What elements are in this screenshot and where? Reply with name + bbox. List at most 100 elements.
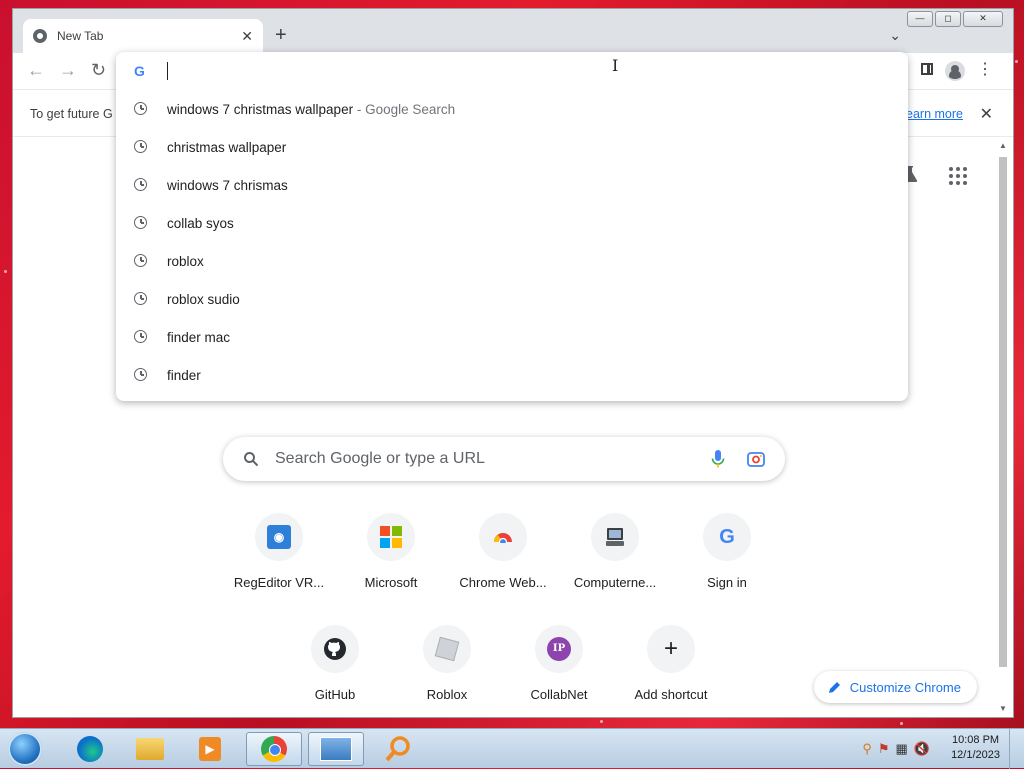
suggestion-item[interactable]: windows 7 chrismas <box>116 166 908 204</box>
shortcut-label: Roblox <box>426 687 468 702</box>
shortcut-label: GitHub <box>314 687 356 702</box>
history-clock-icon <box>134 368 147 381</box>
suggestion-text: roblox sudio <box>167 291 240 307</box>
regeditor-icon: ◉ <box>255 513 303 561</box>
tab-search-chevron-icon[interactable]: ⌄ <box>889 27 901 44</box>
taskbar-edge[interactable] <box>62 732 118 766</box>
ntp-search-box[interactable]: Search Google or type a URL <box>223 437 785 481</box>
window-controls: — ◻ ✕ <box>907 11 1003 27</box>
shortcut-github[interactable]: GitHub <box>279 625 391 702</box>
clock-time: 10:08 PM <box>951 734 1000 746</box>
desktop-sparkle <box>600 720 603 723</box>
suggestion-item[interactable]: windows 7 christmas wallpaper - Google S… <box>116 90 908 128</box>
shortcut-collabnet[interactable]: IP CollabNet <box>503 625 615 702</box>
chrome-web-store-icon <box>479 513 527 561</box>
suggestion-text: christmas wallpaper <box>167 139 287 155</box>
start-button[interactable] <box>8 732 42 766</box>
infobar-text: To get future G <box>30 107 113 121</box>
profile-avatar-icon[interactable] <box>945 61 965 81</box>
microphone-icon[interactable] <box>711 450 725 468</box>
desktop-sparkle <box>1015 60 1018 63</box>
scroll-down-arrow-icon[interactable]: ▼ <box>999 704 1007 713</box>
shortcut-chrome-web-store[interactable]: Chrome Web... <box>447 513 559 590</box>
history-clock-icon <box>134 216 147 229</box>
chrome-icon <box>261 736 287 762</box>
suggestion-list: windows 7 christmas wallpaper - Google S… <box>116 90 908 394</box>
shortcut-label: Computerne... <box>573 575 657 590</box>
search-tray-icon[interactable]: ⚲ <box>862 741 872 757</box>
suggestion-item[interactable]: finder mac <box>116 318 908 356</box>
tab-title: New Tab <box>57 29 104 43</box>
suggestion-item[interactable]: christmas wallpaper <box>116 128 908 166</box>
action-center-flag-icon[interactable]: ⚑ <box>878 741 890 757</box>
history-clock-icon <box>134 330 147 343</box>
suggestion-text: finder mac <box>167 329 231 345</box>
roblox-icon <box>423 625 471 673</box>
taskbar-picture-viewer[interactable] <box>308 732 364 766</box>
shortcut-label: RegEditor VR... <box>233 575 325 590</box>
taskbar-chrome[interactable] <box>246 732 302 766</box>
add-icon: + <box>647 625 695 673</box>
collabnet-icon: IP <box>535 625 583 673</box>
clock-date: 12/1/2023 <box>951 749 1000 761</box>
suggestion-item[interactable]: collab syos <box>116 204 908 242</box>
omnibox-input[interactable]: G <box>116 52 908 90</box>
shortcut-label: CollabNet <box>530 687 588 702</box>
history-clock-icon <box>134 178 147 191</box>
taskbar-search[interactable] <box>370 732 426 766</box>
microsoft-icon <box>367 513 415 561</box>
suggestion-text: windows 7 chrismas <box>167 177 288 193</box>
scroll-up-arrow-icon[interactable]: ▲ <box>999 141 1007 150</box>
shortcut-sign-in[interactable]: G Sign in <box>671 513 783 590</box>
kebab-menu-icon[interactable]: ⋮ <box>977 61 993 79</box>
history-clock-icon <box>134 292 147 305</box>
infobar-close-icon[interactable]: ✕ <box>980 104 993 124</box>
shortcut-add[interactable]: + Add shortcut <box>615 625 727 702</box>
shortcut-computernewb[interactable]: Computerne... <box>559 513 671 590</box>
taskbar-clock[interactable]: 10:08 PM 12/1/2023 <box>951 733 1000 763</box>
shortcut-microsoft[interactable]: Microsoft <box>335 513 447 590</box>
shortcut-regeditor[interactable]: ◉ RegEditor VR... <box>223 513 335 590</box>
new-tab-button[interactable]: + <box>275 25 287 45</box>
network-icon[interactable]: ▦ <box>896 741 908 757</box>
show-desktop-button[interactable] <box>1009 729 1024 769</box>
tab-new-tab[interactable]: New Tab ✕ <box>23 19 263 53</box>
customize-chrome-label: Customize Chrome <box>849 679 961 695</box>
shortcut-label: Microsoft <box>364 575 418 590</box>
side-panel-icon[interactable] <box>921 63 933 75</box>
suggestion-item[interactable]: finder <box>116 356 908 394</box>
tab-close-icon[interactable]: ✕ <box>241 28 253 45</box>
back-arrow-icon[interactable]: ← <box>27 61 45 79</box>
google-lens-icon[interactable] <box>747 451 765 467</box>
volume-muted-icon[interactable]: 🔇 <box>914 741 930 757</box>
history-clock-icon <box>134 254 147 267</box>
search-icon <box>244 452 259 467</box>
reload-icon[interactable]: ↻ <box>91 61 106 79</box>
suggestion-item[interactable]: roblox <box>116 242 908 280</box>
scroll-thumb[interactable] <box>999 157 1007 667</box>
suggestion-text: collab syos <box>167 215 234 231</box>
github-icon <box>311 625 359 673</box>
suggestion-text: finder <box>167 367 201 383</box>
customize-chrome-button[interactable]: Customize Chrome <box>813 671 977 703</box>
taskbar-media-player[interactable]: ▶ <box>182 732 238 766</box>
pencil-icon <box>828 682 840 693</box>
search-placeholder: Search Google or type a URL <box>275 450 485 467</box>
scrollbar[interactable]: ▲ ▼ <box>997 141 1009 713</box>
history-clock-icon <box>134 140 147 153</box>
minimize-button[interactable]: — <box>907 11 933 27</box>
suggestion-item[interactable]: roblox sudio <box>116 280 908 318</box>
computernewb-icon <box>591 513 639 561</box>
google-apps-icon[interactable] <box>949 167 967 185</box>
desktop-sparkle <box>900 722 903 725</box>
desktop-sparkle <box>4 270 7 273</box>
shortcut-label: Chrome Web... <box>459 575 547 590</box>
maximize-button[interactable]: ◻ <box>935 11 961 27</box>
learn-more-link[interactable]: Learn more <box>899 107 963 121</box>
omnibox-dropdown: G windows 7 christmas wallpaper - Google… <box>116 52 908 401</box>
close-window-button[interactable]: ✕ <box>963 11 1003 27</box>
forward-arrow-icon[interactable]: → <box>59 61 77 79</box>
system-tray: ⚲ ⚑ ▦ 🔇 <box>862 741 930 757</box>
taskbar-explorer[interactable] <box>122 732 178 766</box>
shortcut-roblox[interactable]: Roblox <box>391 625 503 702</box>
